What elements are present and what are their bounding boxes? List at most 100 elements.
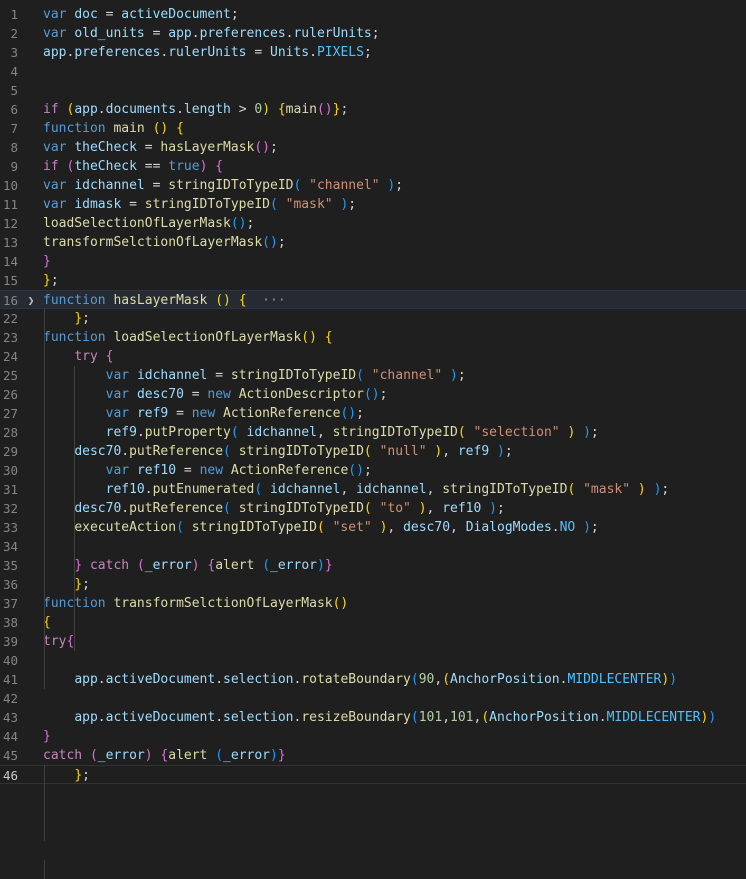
code-token: ref9 (457, 444, 490, 459)
code-line[interactable]: 42 (0, 689, 746, 708)
code-token: "channel" (371, 368, 443, 383)
code-token: new (199, 463, 224, 478)
code-line[interactable]: 44} (0, 727, 746, 746)
code-line[interactable]: 43 app.activeDocument.selection.resizeBo… (0, 708, 746, 727)
code-token: ; (50, 273, 59, 288)
code-token: () (340, 406, 357, 421)
code-line[interactable]: 39 try{ (0, 632, 746, 651)
code-token: } (43, 254, 51, 269)
code-token: if (43, 159, 59, 174)
code-token: MIDDLECENTER (567, 672, 662, 687)
code-line[interactable]: 7 function main () { (0, 119, 746, 138)
code-token: = (168, 406, 192, 421)
code-token: theCheck (74, 140, 137, 155)
code-token: selection (223, 710, 294, 725)
code-token: catch (43, 748, 83, 763)
code-line[interactable]: 37 function transformSelctionOfLayerMask(… (0, 594, 746, 613)
code-line[interactable]: 23 function loadSelectionOfLayerMask() { (0, 328, 746, 347)
code-line[interactable]: 14} (0, 252, 746, 271)
code-line[interactable]: 4 (0, 62, 746, 81)
code-text: ref10.putEnumerated( idchannel, idchanne… (43, 480, 670, 499)
code-line[interactable]: 46 }; (0, 765, 746, 784)
code-token: alert (168, 748, 208, 763)
code-token: rulerUnits (293, 26, 372, 41)
code-line[interactable]: 11 var idmask = stringIDToTypeID( "mask" … (0, 195, 746, 214)
code-token: resizeBoundary (301, 710, 411, 725)
code-line[interactable]: 33 executeAction( stringIDToTypeID( "set… (0, 518, 746, 537)
chevron-right-icon[interactable]: ❯ (25, 291, 37, 310)
code-token: ; (82, 311, 90, 326)
code-token: , (387, 520, 404, 535)
code-line[interactable]: 38{ (0, 613, 746, 632)
code-token: ; (230, 7, 239, 22)
code-editor[interactable]: 1 var doc = activeDocument; 2 var old_units… (0, 0, 746, 879)
code-token: try (74, 349, 98, 364)
code-line[interactable]: 5 (0, 81, 746, 100)
line-number: 1 (10, 7, 18, 22)
code-text: catch (_error) {alert (_error)} (43, 746, 286, 765)
code-line[interactable]: 40 (0, 651, 746, 670)
code-line[interactable]: 8 var theCheck = hasLayerMask(); (0, 138, 746, 157)
code-token: function (43, 330, 106, 345)
code-line[interactable]: 1 var doc = activeDocument; (0, 5, 746, 24)
code-token: transformSelctionOfLayerMask (43, 235, 263, 250)
code-token: main (113, 121, 145, 136)
code-token: ( (481, 710, 490, 725)
line-number: 40 (2, 653, 18, 668)
code-line[interactable]: 36 }; (0, 575, 746, 594)
code-line[interactable]: 30 var ref10 = new ActionReference(); (0, 461, 746, 480)
code-line[interactable]: 2 var old_units = app.preferences.rulerUn… (0, 24, 746, 43)
code-line[interactable]: 16 ❯ function hasLayerMask () { ··· (0, 290, 746, 309)
code-line[interactable]: 6 if (app.documents.length > 0) {main()}; (0, 100, 746, 119)
code-token: . (97, 102, 106, 117)
code-token: stringIDToTypeID (191, 520, 317, 535)
code-text: app.activeDocument.selection.resizeBound… (43, 708, 716, 727)
code-token: = (136, 140, 161, 155)
code-token: . (144, 482, 153, 497)
code-line[interactable]: 25 var idchannel = stringIDToTypeID( "ch… (0, 366, 746, 385)
code-line[interactable]: 10 var idchannel = stringIDToTypeID( "cha… (0, 176, 746, 195)
code-token: } (74, 558, 83, 573)
code-line[interactable]: 13 transformSelctionOfLayerMask(); (0, 233, 746, 252)
line-number: 41 (2, 672, 18, 687)
code-line[interactable]: 12 loadSelectionOfLayerMask(); (0, 214, 746, 233)
code-line[interactable]: 35 } catch (_error) {alert (_error)} (0, 556, 746, 575)
code-token: ( (270, 197, 278, 212)
code-token: stringIDToTypeID (144, 197, 270, 212)
code-line[interactable]: 41 app.activeDocument.selection.rotateBo… (0, 670, 746, 689)
code-line[interactable]: 45 catch (_error) {alert (_error)} (0, 746, 746, 765)
line-number: 39 (2, 634, 18, 649)
code-token: activeDocument (105, 710, 216, 725)
code-token: AnchorPosition (450, 672, 560, 687)
line-number: 27 (2, 406, 18, 421)
code-line[interactable]: 28 ref9.putProperty( idchannel, stringID… (0, 423, 746, 442)
code-line[interactable]: 3 app.preferences.rulerUnits = Units.PIXE… (0, 43, 746, 62)
code-line[interactable]: 22 }; (0, 309, 746, 328)
code-token: > (230, 102, 255, 117)
code-token: _error (270, 558, 317, 573)
code-token: ; (363, 45, 372, 60)
code-line[interactable]: 15}; (0, 271, 746, 290)
code-token: . (215, 672, 224, 687)
code-line[interactable]: 31 ref10.putEnumerated( idchannel, idcha… (0, 480, 746, 499)
line-number: 5 (10, 83, 18, 98)
code-line[interactable]: 24 try { (0, 347, 746, 366)
code-line[interactable]: 26 var desc70 = new ActionDescriptor(); (0, 385, 746, 404)
code-line[interactable]: 34 (0, 537, 746, 556)
code-line[interactable]: 27 var ref9 = new ActionReference(); (0, 404, 746, 423)
code-line[interactable]: 9 if (theCheck == true) { (0, 157, 746, 176)
line-number: 8 (10, 140, 18, 155)
line-number: 36 (2, 577, 18, 592)
code-line[interactable]: 29 desc70.putReference( stringIDToTypeID… (0, 442, 746, 461)
line-number: 6 (10, 102, 18, 117)
code-token: ) (637, 482, 646, 497)
code-line[interactable]: 32 desc70.putReference( stringIDToTypeID… (0, 499, 746, 518)
